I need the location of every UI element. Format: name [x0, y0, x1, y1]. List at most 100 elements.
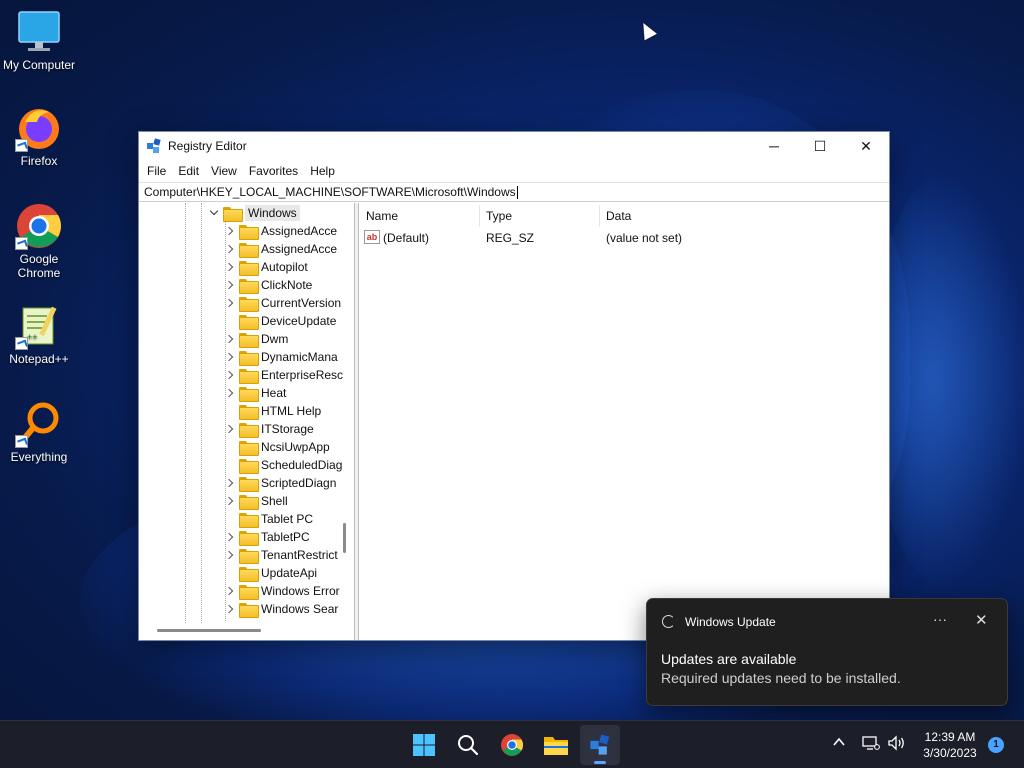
column-header-data[interactable]: Data [606, 209, 631, 223]
column-header-type[interactable]: Type [486, 209, 512, 223]
desktop-icon-everything[interactable]: Everything [0, 400, 78, 464]
desktop-icon-notepadpp[interactable]: ++ Notepad++ [0, 302, 78, 366]
taskbar-file-explorer-button[interactable] [536, 725, 576, 765]
column-separator[interactable] [599, 205, 600, 227]
tree-node[interactable]: UpdateApi [225, 564, 317, 582]
sync-icon [662, 615, 675, 628]
tree-node-spacer [225, 568, 235, 578]
tree-node[interactable]: NcsiUwpApp [225, 438, 330, 456]
chevron-right-icon[interactable] [225, 370, 235, 380]
chevron-right-icon[interactable] [225, 496, 235, 506]
toast-close-button[interactable]: ✕ [975, 611, 988, 629]
shortcut-arrow-icon [15, 139, 28, 152]
toast-app-name: Windows Update [685, 615, 776, 629]
taskbar-registry-editor-button[interactable] [580, 725, 620, 765]
tree-node[interactable]: Windows Error [225, 582, 340, 600]
desktop-icon-my-computer[interactable]: My Computer [0, 8, 78, 72]
start-button[interactable] [404, 725, 444, 765]
chevron-right-icon[interactable] [225, 478, 235, 488]
tree-node[interactable]: Dwm [225, 330, 288, 348]
menu-view[interactable]: View [205, 164, 243, 178]
folder-icon [239, 476, 259, 492]
values-list[interactable]: Name Type Data ab (Default) REG_SZ (valu… [359, 203, 889, 640]
taskbar-clock[interactable]: 12:39 AM 3/30/2023 [914, 729, 986, 761]
firefox-icon [15, 104, 63, 152]
chevron-right-icon[interactable] [225, 244, 235, 254]
more-options-button[interactable]: ··· [933, 611, 947, 627]
tree-node[interactable]: DynamicMana [225, 348, 338, 366]
chevron-right-icon[interactable] [225, 298, 235, 308]
tree-node[interactable]: Heat [225, 384, 286, 402]
registry-editor-window: Registry Editor ─ ☐ ✕ File Edit View Fav… [138, 131, 890, 641]
column-header-name[interactable]: Name [366, 209, 398, 223]
tree-node[interactable]: TenantRestrict [225, 546, 338, 564]
tree-node[interactable]: HTML Help [225, 402, 321, 420]
taskbar-chrome-button[interactable] [492, 725, 532, 765]
chevron-right-icon[interactable] [225, 280, 235, 290]
address-bar[interactable]: Computer\HKEY_LOCAL_MACHINE\SOFTWARE\Mic… [139, 182, 889, 202]
close-button[interactable]: ✕ [843, 132, 889, 160]
chevron-down-icon[interactable] [209, 208, 219, 218]
minimize-button[interactable]: ─ [751, 132, 797, 160]
key-tree[interactable]: Windows AssignedAcce AssignedAcce Autopilo… [139, 203, 355, 640]
folder-icon [239, 242, 259, 258]
volume-icon [888, 735, 904, 751]
tree-node[interactable]: EnterpriseResc [225, 366, 343, 384]
chevron-right-icon[interactable] [225, 550, 235, 560]
tree-node-windows[interactable]: Windows [209, 204, 300, 222]
folder-icon [239, 602, 259, 618]
tree-node[interactable]: CurrentVersion [225, 294, 341, 312]
tree-vertical-scrollbar[interactable] [343, 523, 346, 553]
menu-edit[interactable]: Edit [172, 164, 205, 178]
folder-icon [239, 530, 259, 546]
folder-icon [239, 332, 259, 348]
show-hidden-icons-button[interactable] [832, 735, 846, 752]
notification-badge[interactable]: 1 [988, 737, 1004, 753]
tree-node[interactable]: ScheduledDiag [225, 456, 342, 474]
chevron-right-icon[interactable] [225, 262, 235, 272]
tree-node[interactable]: Tablet PC [225, 510, 313, 528]
chevron-right-icon[interactable] [225, 604, 235, 614]
title-bar[interactable]: Registry Editor ─ ☐ ✕ [139, 132, 889, 160]
tree-node[interactable]: Shell [225, 492, 288, 510]
volume-button[interactable] [887, 735, 907, 754]
chevron-right-icon[interactable] [225, 226, 235, 236]
desktop-icon-label: Notepad++ [9, 352, 69, 366]
tree-node[interactable]: Windows Sear [225, 600, 338, 618]
chevron-right-icon[interactable] [225, 586, 235, 596]
tree-node-spacer [225, 442, 235, 452]
tree-horizontal-scrollbar[interactable] [157, 629, 261, 632]
tree-node[interactable]: DeviceUpdate [225, 312, 336, 330]
tree-node-label: NcsiUwpApp [261, 440, 330, 454]
shortcut-arrow-icon [15, 237, 28, 250]
menu-file[interactable]: File [141, 164, 172, 178]
tree-node[interactable]: ClickNote [225, 276, 312, 294]
tree-node-label: TabletPC [261, 530, 310, 544]
taskbar-search-button[interactable] [448, 725, 488, 765]
tree-node[interactable]: AssignedAcce [225, 222, 337, 240]
desktop-icon-firefox[interactable]: Firefox [0, 104, 78, 168]
tree-node[interactable]: ScriptedDiagn [225, 474, 336, 492]
tree-node[interactable]: AssignedAcce [225, 240, 337, 258]
folder-icon [239, 566, 259, 582]
menu-favorites[interactable]: Favorites [243, 164, 304, 178]
column-separator[interactable] [479, 205, 480, 227]
chevron-right-icon[interactable] [225, 388, 235, 398]
network-button[interactable] [862, 735, 880, 754]
wallpaper-bloom [870, 170, 1024, 590]
chevron-right-icon[interactable] [225, 532, 235, 542]
notification-toast[interactable]: Windows Update ··· ✕ Updates are availab… [646, 598, 1008, 706]
menu-help[interactable]: Help [304, 164, 341, 178]
desktop-icon-chrome[interactable]: Google Chrome [0, 202, 78, 280]
maximize-button[interactable]: ☐ [797, 132, 843, 160]
chevron-right-icon[interactable] [225, 352, 235, 362]
folder-icon [239, 350, 259, 366]
tree-node-label: Tablet PC [261, 512, 314, 526]
tree-node-label: CurrentVersion [261, 296, 342, 310]
tree-node[interactable]: ITStorage [225, 420, 314, 438]
chevron-right-icon[interactable] [225, 424, 235, 434]
registry-editor-icon [590, 734, 610, 755]
tree-node[interactable]: Autopilot [225, 258, 308, 276]
tree-node[interactable]: TabletPC [225, 528, 310, 546]
chevron-right-icon[interactable] [225, 334, 235, 344]
